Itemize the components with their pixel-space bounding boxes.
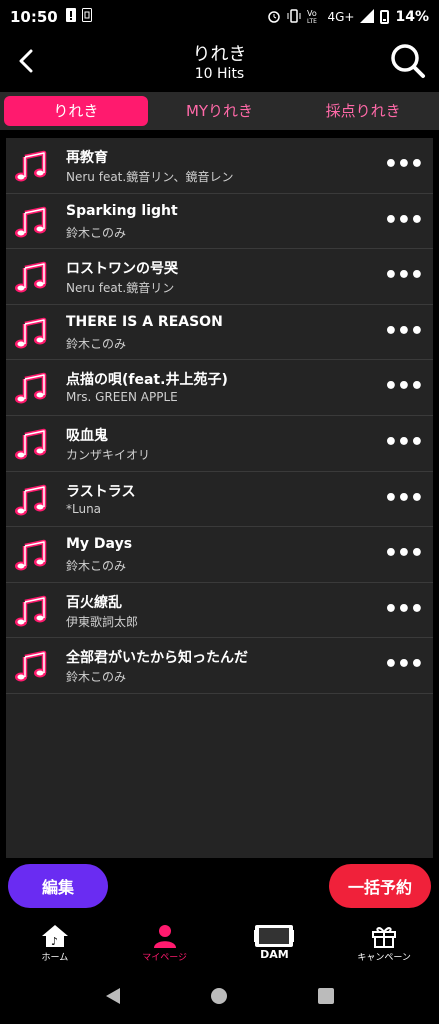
song-list: 再教育 Neru feat.鏡音リン、鏡音レン ••• Sparking light 鈴… — [6, 138, 433, 858]
song-artist: 鈴木このみ — [66, 559, 127, 574]
svg-text:LTE: LTE — [307, 18, 317, 24]
song-row[interactable]: ラストラス *Luna ••• — [6, 472, 433, 528]
song-row[interactable]: 点描の唄(feat.井上苑子) Mrs. GREEN APPLE ••• — [6, 360, 433, 416]
tab-my-history[interactable]: MYりれき — [148, 96, 292, 126]
song-title: 百火繚乱 — [66, 594, 122, 611]
nav-campaign-label: キャンペーン — [357, 953, 411, 963]
triangle-back-icon — [106, 988, 121, 1004]
more-options-button[interactable]: ••• — [384, 654, 424, 676]
nav-home[interactable]: ♪ ホーム — [0, 918, 110, 970]
svg-text:♪: ♪ — [51, 935, 58, 948]
dam-screen-icon — [254, 925, 295, 947]
song-artist: 鈴木このみ — [66, 225, 127, 240]
bottom-nav: ♪ ホーム マイページ DAM キャンペーン — [0, 918, 439, 970]
battery-percent: 14% — [395, 9, 429, 25]
song-row[interactable]: Sparking light 鈴木このみ ••• — [6, 194, 433, 250]
song-row[interactable]: My Days 鈴木このみ ••• — [6, 527, 433, 583]
hit-count: 10 Hits — [194, 66, 245, 82]
music-note-icon — [15, 373, 47, 404]
alert-icon — [65, 8, 76, 26]
more-options-button[interactable]: ••• — [384, 320, 424, 342]
nav-dam-label: DAM — [260, 948, 289, 961]
page-title: りれき — [192, 44, 247, 65]
bulk-reserve-button[interactable]: 一括予約 — [329, 864, 431, 908]
system-home-button[interactable] — [210, 987, 228, 1009]
music-note-icon — [15, 484, 47, 516]
song-title: 吸血鬼 — [66, 427, 108, 444]
gift-icon — [372, 927, 397, 948]
music-note-icon — [15, 595, 47, 627]
more-options-button[interactable]: ••• — [384, 543, 424, 565]
song-title: 点描の唄(feat.井上苑子) — [66, 372, 228, 389]
status-time: 10:50 — [10, 8, 58, 26]
vibrate-icon — [287, 8, 301, 26]
search-icon — [391, 44, 425, 78]
song-title: THERE IS A REASON — [66, 313, 223, 330]
music-note-icon — [15, 150, 47, 182]
song-title: ロストワンの号哭 — [66, 261, 178, 278]
nav-mypage[interactable]: マイページ — [110, 918, 220, 970]
home-icon: ♪ — [41, 925, 68, 948]
tab-bar: りれき MYりれき 採点りれき — [0, 92, 439, 130]
system-recents-button[interactable] — [317, 987, 335, 1009]
more-options-button[interactable]: ••• — [384, 598, 424, 620]
nav-dam[interactable]: DAM — [220, 918, 330, 970]
music-note-icon — [15, 261, 47, 293]
status-bar: 10:50 Vo LTE 4G+ 14% — [0, 0, 439, 34]
search-button[interactable] — [389, 42, 427, 80]
volte-icon: Vo LTE — [307, 8, 321, 27]
nav-campaign[interactable]: キャンペーン — [329, 918, 439, 970]
more-options-button[interactable]: ••• — [384, 265, 424, 287]
song-row[interactable]: 百火繚乱伊東歌詞太郎 ••• — [6, 583, 433, 639]
song-row[interactable]: ロストワンの号哭 Neru feat.鏡音リン ••• — [6, 249, 433, 305]
music-note-icon — [15, 651, 47, 682]
tab-history[interactable]: りれき — [4, 96, 148, 126]
song-row[interactable]: THERE IS A REASON 鈴木このみ ••• — [6, 305, 433, 361]
system-nav — [0, 972, 439, 1024]
nav-home-label: ホーム — [41, 953, 69, 963]
more-options-button[interactable]: ••• — [384, 209, 424, 231]
song-title: 全部君がいたから知ったんだ — [66, 650, 248, 667]
song-artist: 伊東歌詞太郎 — [66, 614, 139, 629]
svg-text:Vo: Vo — [307, 9, 317, 18]
tab-score-history[interactable]: 採点りれき — [291, 96, 435, 126]
song-title: ラストラス — [66, 483, 136, 500]
song-row[interactable]: 全部君がいたから知ったんだ 鈴木このみ ••• — [6, 638, 433, 694]
music-note-icon — [15, 539, 47, 571]
battery-icon — [380, 10, 390, 24]
song-artist: Mrs. GREEN APPLE — [66, 390, 178, 405]
song-title: 再教育 — [66, 150, 108, 166]
song-title: Sparking light — [66, 202, 178, 219]
song-artist: Neru feat.鏡音リン — [66, 281, 175, 296]
square-recents-icon — [317, 988, 334, 1004]
song-artist: *Luna — [66, 501, 102, 516]
song-artist: カンザキイオリ — [66, 447, 151, 462]
music-note-icon — [15, 317, 47, 349]
music-note-icon — [15, 206, 47, 238]
network-type: 4G+ — [327, 10, 355, 24]
app-header: りれき 10 Hits — [0, 34, 439, 92]
sim-icon — [81, 8, 92, 26]
song-title: My Days — [66, 536, 133, 553]
signal-icon — [360, 8, 375, 26]
person-icon — [153, 925, 176, 948]
more-options-button[interactable]: ••• — [384, 154, 424, 176]
more-options-button[interactable]: ••• — [384, 431, 424, 453]
song-artist: Neru feat.鏡音リン、鏡音レン — [66, 170, 234, 184]
song-row[interactable]: 再教育 Neru feat.鏡音リン、鏡音レン ••• — [6, 138, 433, 194]
alarm-icon — [267, 9, 281, 26]
nav-mypage-label: マイページ — [142, 953, 188, 963]
more-options-button[interactable]: ••• — [384, 376, 424, 398]
song-row[interactable]: 吸血鬼カンザキイオリ ••• — [6, 416, 433, 472]
song-artist: 鈴木このみ — [66, 670, 127, 685]
system-back-button[interactable] — [104, 987, 122, 1009]
song-artist: 鈴木このみ — [66, 336, 127, 351]
more-options-button[interactable]: ••• — [384, 487, 424, 509]
edit-button[interactable]: 編集 — [8, 864, 108, 908]
music-note-icon — [15, 428, 47, 460]
circle-home-icon — [211, 988, 228, 1004]
